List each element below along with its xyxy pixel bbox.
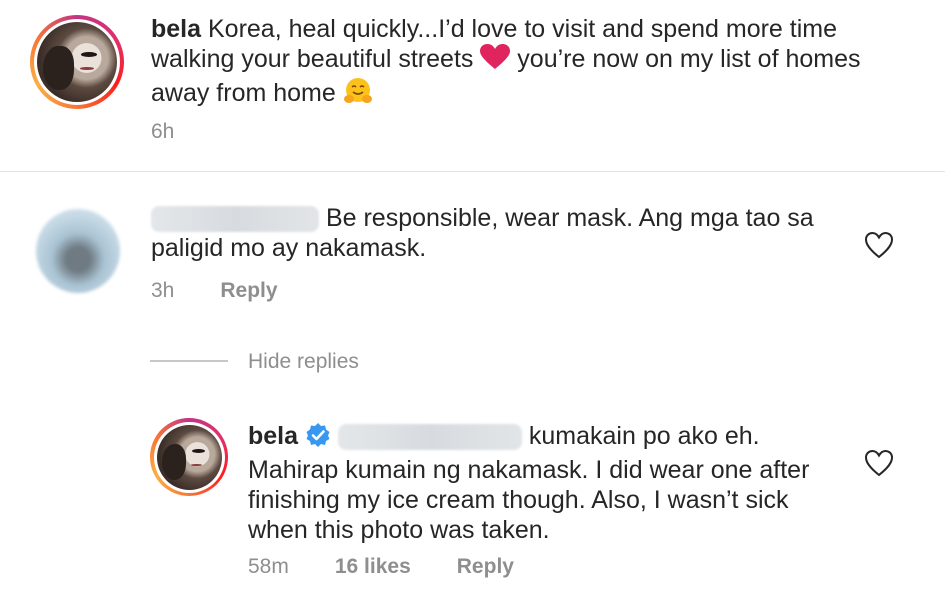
reply-text-line2: Mahirap kumain ng nakamask. I did wear o… bbox=[248, 456, 810, 484]
avatar-bela-reply[interactable] bbox=[150, 418, 228, 496]
like-button[interactable] bbox=[864, 449, 894, 482]
hide-replies-label: Hide replies bbox=[248, 350, 359, 373]
redacted-mention bbox=[337, 424, 522, 451]
comment-username[interactable]: bela bbox=[151, 15, 201, 43]
comment-text-line2: paligid mo ay nakamask. bbox=[151, 234, 427, 262]
redacted-username bbox=[151, 206, 319, 233]
likes-count[interactable]: 16 likes bbox=[335, 555, 411, 579]
hide-replies-line bbox=[150, 360, 228, 362]
comment-meta: 6h bbox=[151, 120, 174, 144]
heart-outline-icon bbox=[864, 449, 894, 477]
avatar-redacted[interactable] bbox=[36, 209, 120, 293]
divider bbox=[0, 171, 945, 172]
reply-username[interactable]: bela bbox=[248, 422, 298, 450]
comment-bela: bela Korea, heal quickly...I’d love to v… bbox=[151, 14, 911, 112]
reply-button[interactable]: Reply bbox=[457, 555, 514, 579]
comment-time: 3h bbox=[151, 279, 175, 302]
comment-redacted-user: Be responsible, wear mask. Ang mga tao s… bbox=[151, 203, 851, 263]
comment-time: 6h bbox=[151, 120, 175, 143]
reply-meta: 58m 16 likes Reply bbox=[248, 555, 514, 579]
comment-meta: 3h Reply bbox=[151, 279, 278, 303]
heart-emoji-icon bbox=[480, 44, 511, 77]
reply-text-line4: when this photo was taken. bbox=[248, 516, 550, 544]
reply-text-line1: kumakain po ako eh. bbox=[528, 422, 760, 450]
comment-text-line1: Be responsible, wear mask. Ang mga tao s… bbox=[325, 204, 814, 232]
reply-bela: bela kumakain po ako eh. Mahirap kumain … bbox=[248, 421, 858, 545]
reply-text-line3: finishing my ice cream though. Also, I w… bbox=[248, 486, 789, 514]
reply-button[interactable]: Reply bbox=[220, 279, 277, 303]
hugging-face-emoji-icon bbox=[343, 77, 373, 112]
avatar-bela[interactable] bbox=[30, 15, 124, 109]
reply-time: 58m bbox=[248, 555, 289, 578]
heart-outline-icon bbox=[864, 231, 894, 259]
hide-replies-button[interactable]: Hide replies bbox=[248, 350, 359, 374]
like-button[interactable] bbox=[864, 231, 894, 264]
verified-badge-icon bbox=[305, 422, 331, 455]
